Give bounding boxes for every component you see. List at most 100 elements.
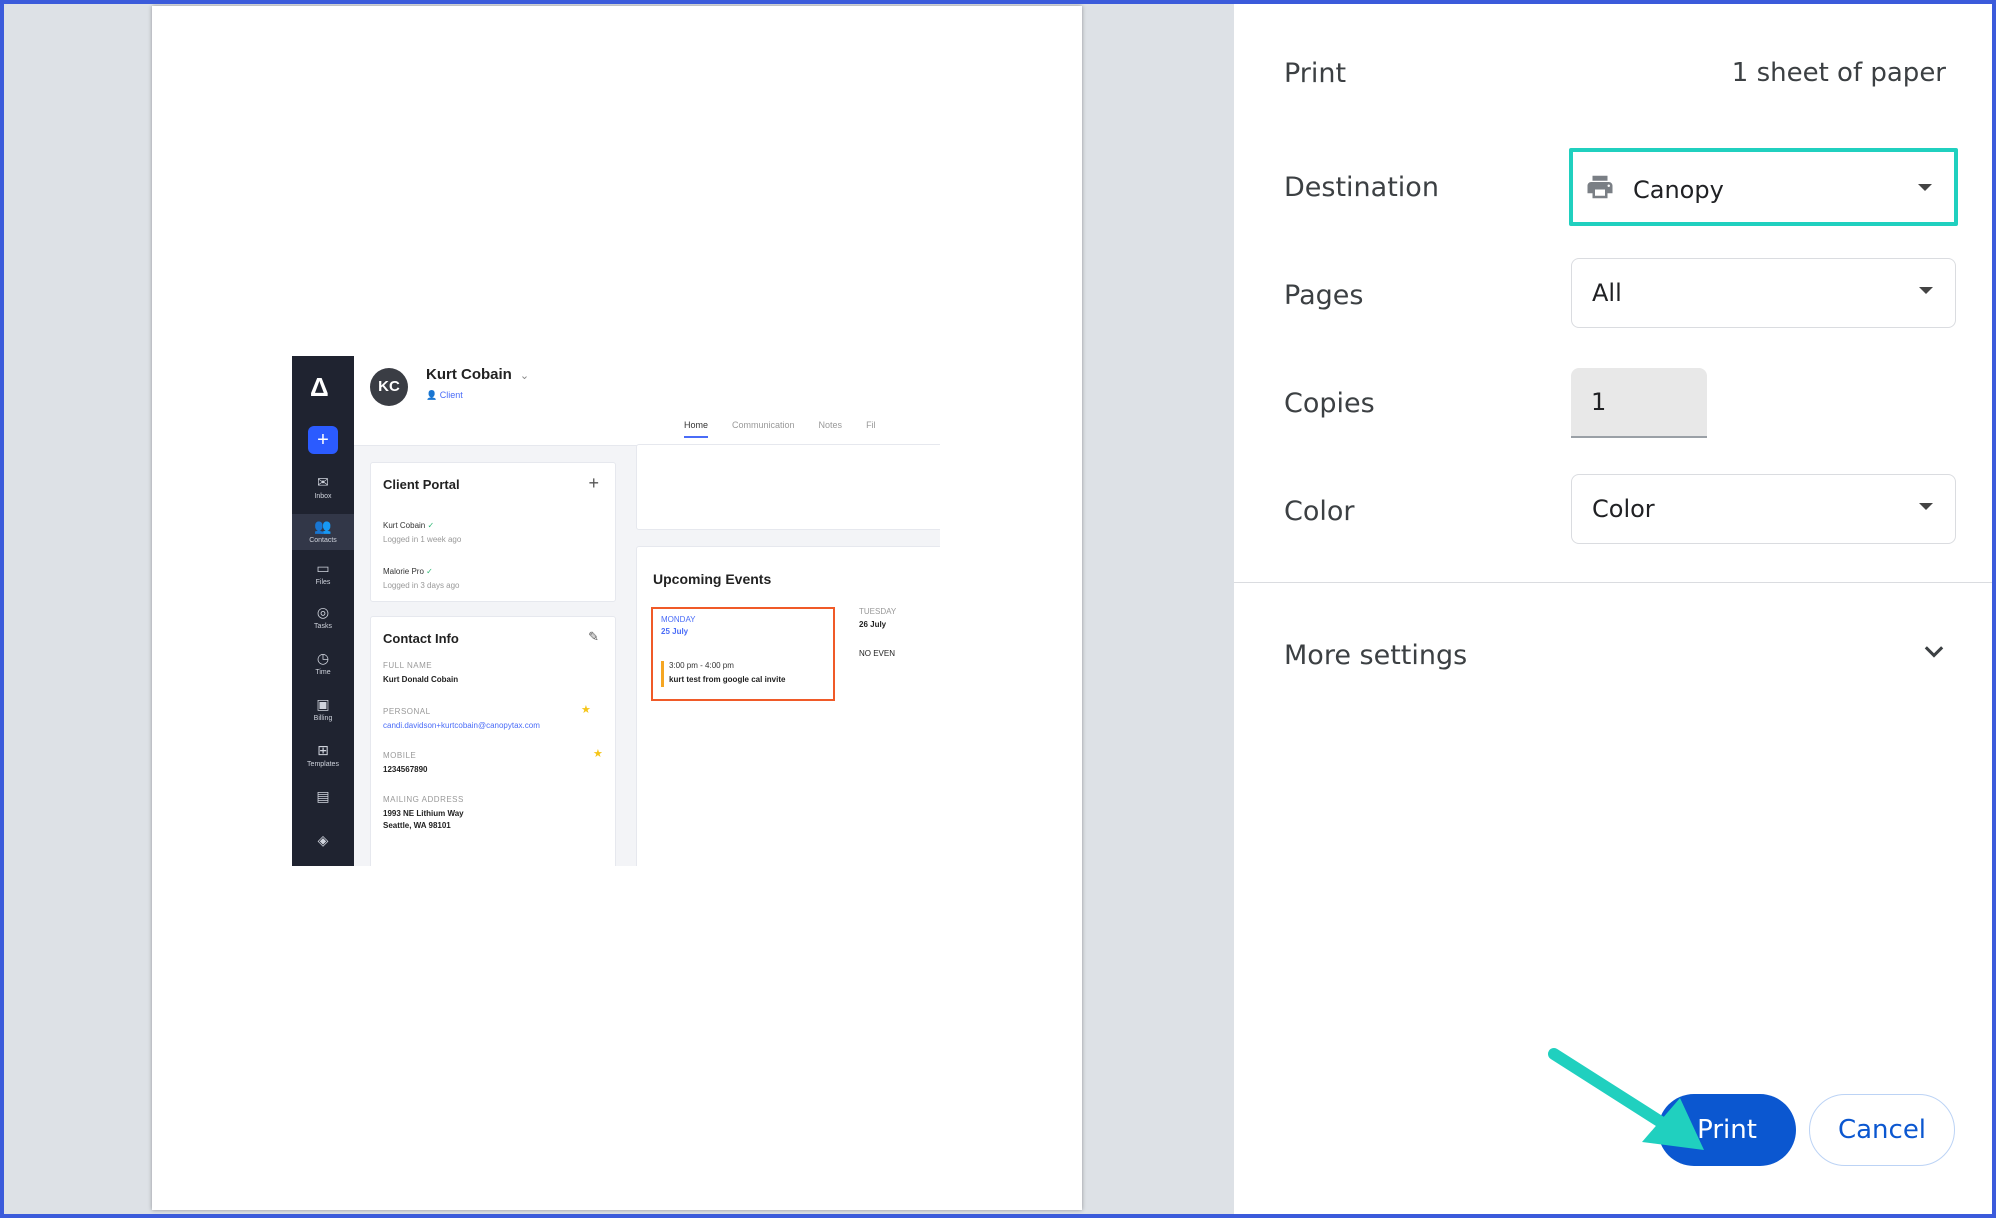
card-title: Upcoming Events [653,571,772,587]
destination-label: Destination [1284,172,1439,203]
portal-user-2: Malorie Pro ✓ [383,567,433,576]
nav-label: Time [315,669,331,676]
client-name-text: Kurt Cobain [426,366,512,383]
pages-value: All [1592,279,1622,307]
tab-notes: Notes [818,420,843,430]
contacts-icon: 👥 [314,518,332,534]
check-circle-icon: ◎ [316,604,330,620]
star-icon: ★ [593,748,603,760]
templates-icon: ⊞ [317,742,329,758]
event-day-2: TUESDAY 26 July NO EVEN [859,607,896,658]
caret-down-icon [1919,287,1933,294]
upcoming-events-card: Upcoming Events MONDAY 25 July 3:00 pm -… [636,546,940,866]
preview-nav-inbox: ✉ Inbox [292,474,354,500]
nav-label: Inbox [314,493,332,500]
preview-sidebar: Δ + ✉ Inbox 👥 Contacts ▭ Files ◎ Tasks ◷ Time… [292,356,354,866]
nav-label: Contacts [309,537,337,544]
destination-select[interactable]: Canopy [1569,148,1958,226]
nav-label: Files [315,579,331,586]
field-label: FULL NAME [383,661,433,670]
card-title: Client Portal [383,477,460,492]
calendar-icon: ▤ [316,788,330,804]
portal-user-1: Kurt Cobain ✓ [383,521,434,530]
event-day: TUESDAY [859,607,897,616]
caret-down-icon [1918,184,1932,191]
print-preview-area: Δ + ✉ Inbox 👥 Contacts ▭ Files ◎ Tasks ◷ Time… [4,4,1234,1214]
full-name-value: Kurt Donald Cobain [383,675,459,684]
tab-home: Home [684,420,709,438]
pages-label: Pages [1284,280,1364,311]
preview-nav-tasks: ◎ Tasks [292,604,354,630]
event-day: MONDAY [661,615,696,624]
preview-body: Client Portal + Kurt Cobain ✓ Logged in … [354,444,940,866]
client-portal-card: Client Portal + Kurt Cobain ✓ Logged in … [370,462,616,602]
annotation-arrow-icon [1548,1048,1704,1150]
field-label: PERSONAL [383,707,431,716]
event-date: 26 July [859,620,887,629]
preview-nav-templates: ⊞ Templates [292,742,354,768]
preview-nav-files: ▭ Files [292,560,354,586]
color-label: Color [1284,496,1355,527]
billing-icon: ▣ [316,696,330,712]
star-icon: ★ [581,704,591,716]
canopy-logo: Δ [310,372,329,402]
avatar: KC [370,368,408,406]
nav-label: Billing [313,715,333,722]
event-time: 3:00 pm - 4:00 pm [669,661,734,670]
person-icon: 👤 [426,390,440,400]
caret-down-icon [1919,503,1933,510]
pencil-icon: ✎ [588,629,599,644]
no-events-text: NO EVEN [859,649,896,658]
destination-value: Canopy [1633,176,1724,204]
email-value: candi.davidson+kurtcobain@canopytax.com [383,721,540,730]
clock-icon: ◷ [316,650,330,666]
settings-divider [1234,582,1992,583]
client-name: Kurt Cobain ⌄ [426,366,529,383]
sheet-count: 1 sheet of paper [1731,58,1946,88]
copies-label: Copies [1284,388,1375,419]
pages-select[interactable]: All [1571,258,1956,328]
plus-icon: + [588,473,599,493]
preview-nav-time: ◷ Time [292,650,354,676]
cancel-button[interactable]: Cancel [1809,1094,1955,1166]
preview-nav-contacts: 👥 Contacts [292,514,354,550]
card-title: Contact Info [383,631,459,646]
preview-nav-billing: ▣ Billing [292,696,354,722]
copies-input[interactable]: 1 [1571,368,1707,438]
event-marker [661,661,664,687]
preview-client-header: KC Kurt Cobain ⌄ 👤 Client Home Communicati… [354,356,940,446]
color-select[interactable]: Color [1571,474,1956,544]
folder-icon: ▭ [316,560,330,576]
portal-user-1-status: Logged in 1 week ago [383,535,462,544]
chevron-down-icon[interactable] [1920,638,1948,666]
field-label: MOBILE [383,751,417,760]
color-value: Color [1592,495,1655,523]
nav-label: Templates [307,761,339,768]
preview-tabs: Home Communication Notes Fil [684,420,900,438]
address-line-1: 1993 NE Lithium Way [383,809,464,818]
contact-info-card: Contact Info ✎ FULL NAME Kurt Donald Cob… [370,616,616,866]
preview-add-icon: + [308,426,338,454]
preview-nav-calendar: ▤ [292,788,354,805]
event-day-highlight: MONDAY 25 July 3:00 pm - 4:00 pm kurt te… [651,607,835,701]
portal-user-2-status: Logged in 3 days ago [383,581,460,590]
layers-icon: ◈ [317,832,329,848]
client-type-text: Client [439,390,463,400]
preview-snapshot: Δ + ✉ Inbox 👥 Contacts ▭ Files ◎ Tasks ◷ Time… [292,356,940,866]
printer-icon [1587,175,1613,199]
check-icon: ✓ [426,567,433,576]
address-line-2: Seattle, WA 98101 [383,821,451,830]
more-settings-toggle[interactable]: More settings [1284,640,1467,671]
inbox-icon: ✉ [317,474,329,490]
nav-label: Tasks [314,623,332,630]
client-type: 👤 Client [426,390,463,401]
tab-files: Fil [866,420,876,430]
mobile-value: 1234567890 [383,765,428,774]
field-label: MAILING ADDRESS [383,795,464,804]
check-icon: ✓ [427,521,435,530]
portal-user-1-name: Kurt Cobain [383,521,426,530]
print-dialog-window: Δ + ✉ Inbox 👥 Contacts ▭ Files ◎ Tasks ◷ Time… [0,0,1996,1218]
print-title: Print [1284,58,1347,89]
preview-page: Δ + ✉ Inbox 👥 Contacts ▭ Files ◎ Tasks ◷ Time… [152,6,1082,1210]
preview-top-card [636,444,940,530]
